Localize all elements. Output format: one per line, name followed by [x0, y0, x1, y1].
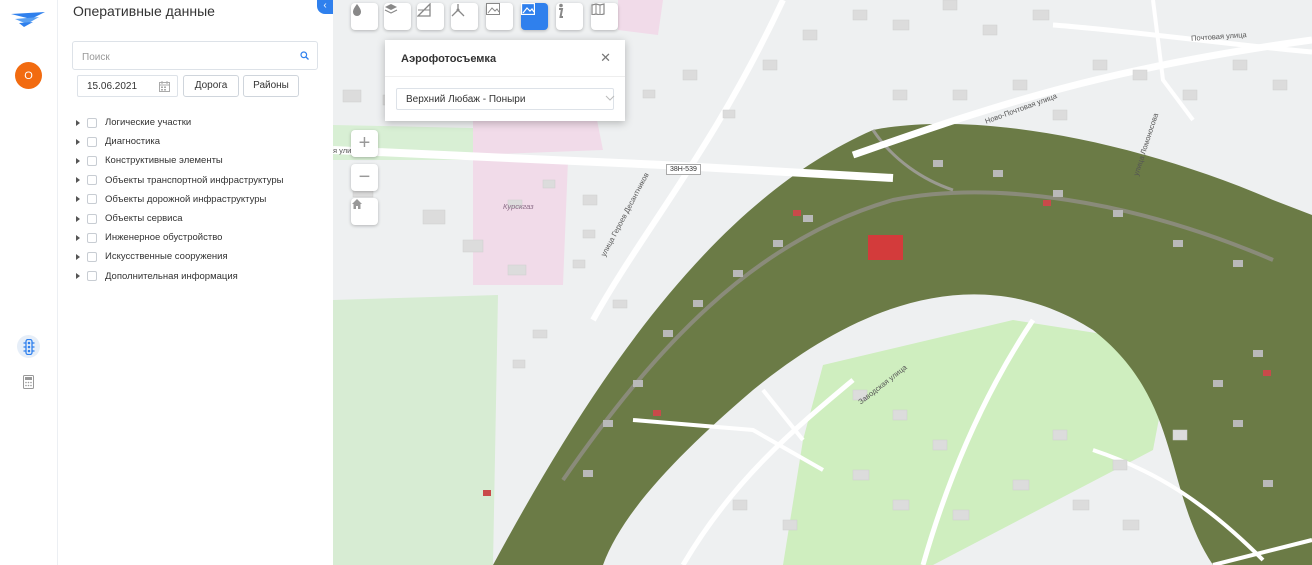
tree-item[interactable]: Объекты сервиса [76, 209, 284, 228]
date-value: 15.06.2021 [87, 81, 138, 92]
zoom-in-button[interactable]: + [351, 130, 378, 157]
tree-item-label: Объекты транспортной инфраструктуры [105, 174, 284, 186]
expand-caret-icon[interactable] [76, 157, 80, 164]
layer-checkbox[interactable] [87, 213, 97, 224]
expand-caret-icon[interactable] [76, 273, 80, 280]
route-select-value: Верхний Любаж - Поныри [406, 94, 526, 105]
layer-checkbox[interactable] [87, 232, 97, 243]
search-placeholder: Поиск [82, 52, 110, 63]
tree-item[interactable]: Инженерное обустройство [76, 228, 284, 247]
home-button[interactable] [351, 198, 378, 225]
aerial-photo-icon[interactable] [521, 3, 548, 30]
tree-item[interactable]: Объекты транспортной инфраструктуры [76, 171, 284, 190]
popup-title: Аэрофотосъемка [401, 53, 497, 65]
collapse-panel-button[interactable]: ‹ [317, 0, 333, 14]
tree-item[interactable]: Объекты дорожной инфраструктуры [76, 190, 284, 209]
user-avatar[interactable]: О [15, 62, 42, 89]
layer-checkbox[interactable] [87, 271, 97, 282]
tree-item-label: Дополнительная информация [105, 270, 238, 282]
layer-checkbox[interactable] [87, 136, 97, 147]
calculator-icon[interactable] [17, 370, 40, 393]
map-canvas[interactable]: Курскгаз Почтовая улица Ново-Почтовая ул… [333, 0, 1312, 565]
tree-item-label: Инженерное обустройство [105, 232, 223, 244]
divider [385, 76, 625, 77]
tree-item-label: Искусственные сооружения [105, 251, 228, 263]
layer-checkbox[interactable] [87, 175, 97, 186]
drop-icon[interactable] [351, 3, 378, 30]
home-icon [352, 199, 362, 209]
tree-item-label: Логические участки [105, 117, 192, 129]
layer-checkbox[interactable] [87, 251, 97, 262]
poi-label: Курскгаз [503, 202, 534, 211]
expand-caret-icon[interactable] [76, 196, 80, 203]
districts-button[interactable]: Районы [243, 75, 299, 97]
tree-item[interactable]: Диагностика [76, 132, 284, 151]
layers-icon[interactable] [384, 3, 411, 30]
expand-caret-icon[interactable] [76, 138, 80, 145]
layer-checkbox[interactable] [87, 117, 97, 128]
layer-tree: Логические участки Диагностика Конструкт… [76, 113, 284, 286]
tree-item[interactable]: Логические участки [76, 113, 284, 132]
road-number-badge: 38Н-539 [666, 164, 701, 175]
left-rail: О [0, 0, 58, 565]
tree-item-label: Объекты дорожной инфраструктуры [105, 193, 267, 205]
street-label: я ули [333, 146, 352, 155]
tree-item-label: Конструктивные элементы [105, 155, 223, 167]
panel-title: Оперативные данные [73, 3, 215, 19]
layer-checkbox[interactable] [87, 194, 97, 205]
tree-item-label: Диагностика [105, 136, 161, 148]
operational-data-panel: Оперативные данные Поиск 15.06.2021 Доро… [58, 0, 333, 565]
road-button[interactable]: Дорога [183, 75, 239, 97]
ruler-icon[interactable] [417, 3, 444, 30]
info-icon[interactable] [556, 3, 583, 30]
expand-caret-icon[interactable] [76, 253, 80, 260]
search-input[interactable]: Поиск [72, 41, 318, 70]
expand-caret-icon[interactable] [76, 177, 80, 184]
date-picker[interactable]: 15.06.2021 [77, 75, 178, 97]
map-icon[interactable] [591, 3, 618, 30]
expand-caret-icon[interactable] [76, 234, 80, 241]
app-logo-icon[interactable] [9, 10, 47, 28]
tree-item-label: Объекты сервиса [105, 213, 183, 225]
tree-item[interactable]: Искусственные сооружения [76, 247, 284, 266]
image-icon[interactable] [486, 3, 513, 30]
tree-item[interactable]: Дополнительная информация [76, 267, 284, 286]
close-icon[interactable]: ✕ [600, 50, 611, 66]
zoom-out-button[interactable]: − [351, 164, 378, 191]
traffic-light-icon[interactable] [17, 335, 40, 358]
expand-caret-icon[interactable] [76, 119, 80, 126]
tree-item[interactable]: Конструктивные элементы [76, 151, 284, 170]
expand-caret-icon[interactable] [76, 215, 80, 222]
calendar-icon[interactable] [159, 81, 170, 95]
route-select[interactable]: Верхний Любаж - Поныри [396, 88, 615, 110]
aerial-photo-popup: Аэрофотосъемка ✕ Верхний Любаж - Поныри [385, 40, 625, 121]
search-icon[interactable] [300, 51, 309, 63]
layer-checkbox[interactable] [87, 155, 97, 166]
route-icon[interactable] [451, 3, 478, 30]
